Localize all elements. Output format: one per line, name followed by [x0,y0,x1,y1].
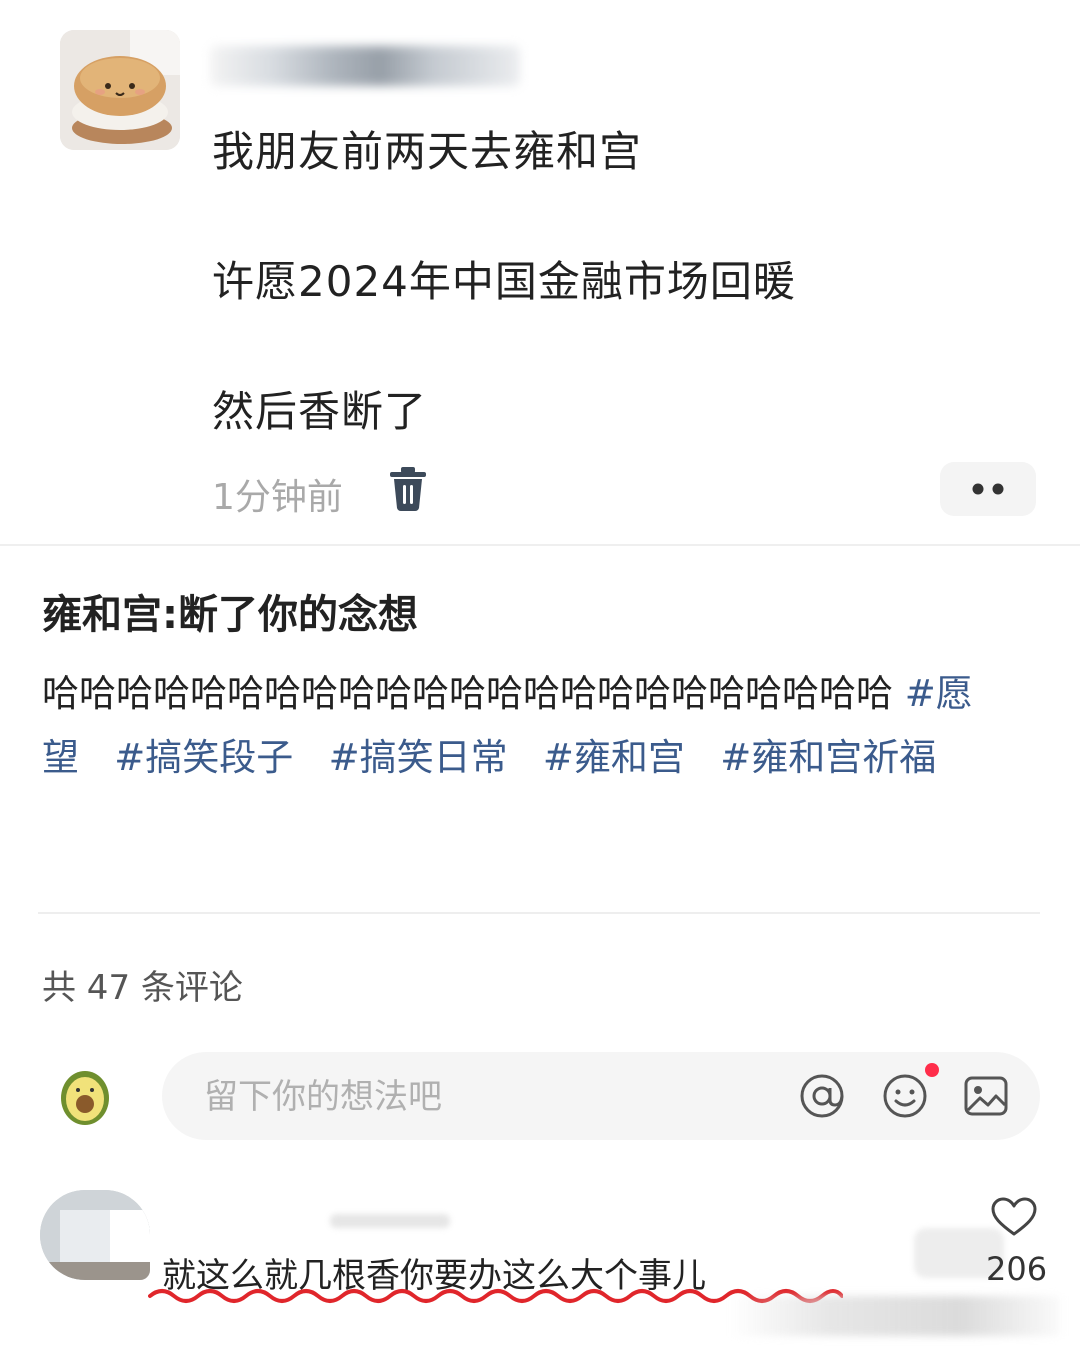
comment-input[interactable] [202,1052,766,1142]
post-timestamp: 1分钟前 [212,477,343,518]
like-count: 206 [986,1250,1048,1288]
hashtag-funny-daily[interactable]: #搞笑日常 [329,736,508,779]
emoji-icon[interactable] [881,1072,929,1120]
note-body: 哈哈哈哈哈哈哈哈哈哈哈哈哈哈哈哈哈哈哈哈哈哈哈 #愿望 #搞笑段子 #搞笑日常 … [42,662,1042,790]
notification-dot [925,1063,939,1077]
hashtag-funny-jokes[interactable]: #搞笑段子 [114,736,293,779]
section-separator [0,544,1080,546]
author-avatar[interactable] [60,30,180,150]
watermark-redacted [730,1296,1060,1336]
commenter-name-redacted [330,1214,450,1228]
more-options-button[interactable] [940,462,1036,516]
avocado-avatar-icon[interactable] [58,1066,112,1126]
comment-count: 共 47 条评论 [42,968,243,1008]
commenter-avatar[interactable] [40,1190,150,1280]
note-title: 雍和宫:断了你的念想 [42,592,418,638]
bun-cat-image [60,30,180,150]
post-text-line-2: 许愿2024年中国金融市场回暖 [212,257,796,306]
post-text-line-3: 然后香断了 [212,387,428,436]
hashtag-yonghe-temple-blessing[interactable]: #雍和宫祈福 [720,736,936,779]
post-detail-page: 我朋友前两天去雍和宫 许愿2024年中国金融市场回暖 然后香断了 1分钟前 雍和… [0,0,1080,1363]
note-body-text: 哈哈哈哈哈哈哈哈哈哈哈哈哈哈哈哈哈哈哈哈哈哈哈 [42,672,905,715]
mention-at-icon[interactable] [798,1072,846,1120]
trash-icon[interactable] [386,466,430,512]
commenter-photo [40,1190,150,1280]
content-divider [38,912,1040,914]
more-dots-icon [972,483,1004,495]
author-name-redacted [210,46,520,86]
post-text-line-1: 我朋友前两天去雍和宫 [212,127,643,176]
image-icon[interactable] [962,1072,1010,1120]
hashtag-yonghe-temple[interactable]: #雍和宫 [543,736,685,779]
